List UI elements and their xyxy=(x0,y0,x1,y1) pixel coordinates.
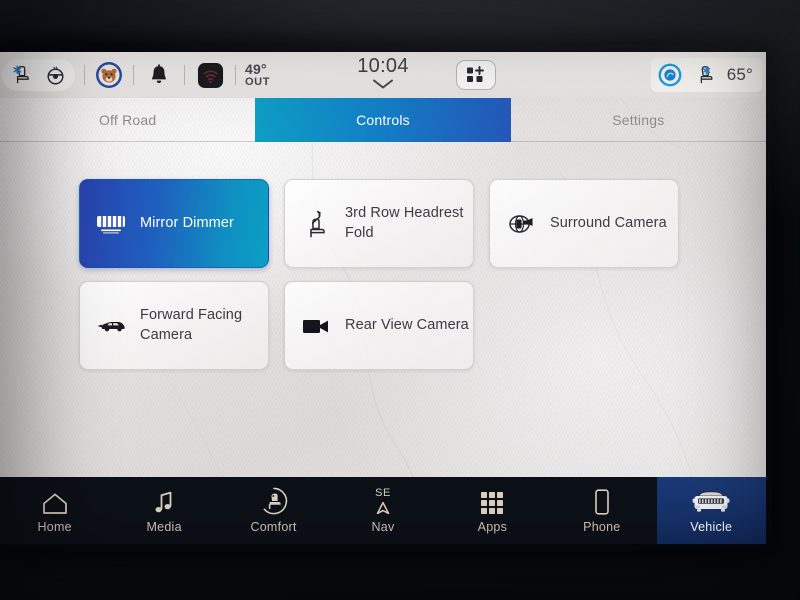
wifi-icon[interactable] xyxy=(194,62,226,88)
nav-item-home[interactable]: Home xyxy=(0,477,109,544)
tab-controls[interactable]: Controls xyxy=(255,98,511,142)
assistant-circle-icon[interactable] xyxy=(657,62,683,88)
tab-settings[interactable]: Settings xyxy=(511,98,766,142)
apps-grid-icon xyxy=(479,488,505,516)
tile-rear-view-camera[interactable]: Rear View Camera xyxy=(284,281,474,370)
outside-temp-value: 49° xyxy=(245,61,267,78)
forward-facing-camera-icon xyxy=(94,309,128,343)
nav-label: Vehicle xyxy=(690,519,733,534)
phone-icon xyxy=(592,488,612,516)
home-icon xyxy=(41,488,69,516)
comfort-seat-icon xyxy=(259,487,289,516)
divider xyxy=(133,65,134,85)
status-bar-right-group: 65° xyxy=(650,58,762,92)
cabin-cooled-seat-icon[interactable] xyxy=(692,62,718,88)
bell-icon[interactable] xyxy=(143,62,175,88)
mirror-dimmer-icon xyxy=(94,207,128,241)
nav-item-vehicle[interactable]: Vehicle xyxy=(656,477,766,544)
add-shortcut-button[interactable] xyxy=(456,60,496,90)
divider xyxy=(84,65,85,85)
divider xyxy=(235,65,236,85)
outside-temp-label: OUT xyxy=(245,75,271,88)
controls-tile-grid: Mirror Dimmer 3rd Row Headrest Fold Surr… xyxy=(79,179,679,370)
tab-bar: Off Road Controls Settings xyxy=(0,98,766,142)
photo-frame: 49° OUT 10:04 65° Off Road Controls Sett… xyxy=(0,0,800,600)
tile-label: Rear View Camera xyxy=(345,316,469,333)
vehicle-front-icon xyxy=(690,488,732,516)
headrest-fold-icon xyxy=(299,207,333,241)
user-profile-avatar-icon[interactable] xyxy=(94,60,124,90)
tile-label: 3rd Row Headrest Fold xyxy=(345,205,464,241)
nav-item-comfort[interactable]: Comfort xyxy=(219,477,328,544)
surround-camera-icon xyxy=(504,207,538,241)
clock-time[interactable]: 10:04 xyxy=(357,56,409,76)
nav-label: Apps xyxy=(477,519,508,534)
rear-view-camera-icon xyxy=(299,309,333,343)
nav-item-media[interactable]: Media xyxy=(109,477,218,544)
nav-label: Phone xyxy=(583,519,621,534)
nav-item-nav[interactable]: SE Nav xyxy=(328,477,437,544)
nav-item-phone[interactable]: Phone xyxy=(547,477,656,544)
bottom-navigation-bar: Home Media Comfort SE Nav Apps Phone Veh… xyxy=(0,477,766,544)
cooled-seat-icon[interactable] xyxy=(9,62,35,88)
tile-surround-camera[interactable]: Surround Camera xyxy=(489,179,679,268)
infotainment-screen: 49° OUT 10:04 65° Off Road Controls Sett… xyxy=(0,52,766,544)
outside-temperature: 49° OUT xyxy=(245,62,270,87)
tile-3rd-row-headrest-fold[interactable]: 3rd Row Headrest Fold xyxy=(284,179,474,268)
chevron-down-icon[interactable] xyxy=(370,77,396,95)
status-bar-left-group: 49° OUT xyxy=(0,52,270,98)
nav-label: Nav xyxy=(371,519,395,534)
nav-label: Home xyxy=(37,519,72,534)
tile-label: Surround Camera xyxy=(550,214,667,231)
tile-mirror-dimmer[interactable]: Mirror Dimmer xyxy=(79,179,269,268)
tile-forward-facing-camera[interactable]: Forward Facing Camera xyxy=(79,281,269,370)
tab-off-road[interactable]: Off Road xyxy=(0,98,255,142)
heated-steering-wheel-icon[interactable] xyxy=(42,62,68,88)
compass-icon: SE xyxy=(374,488,392,516)
divider xyxy=(184,65,185,85)
tile-label: Forward Facing Camera xyxy=(140,307,243,343)
cabin-temperature-value[interactable]: 65° xyxy=(727,65,753,85)
tile-label: Mirror Dimmer xyxy=(140,214,234,231)
music-note-icon xyxy=(152,488,176,516)
nav-label: Comfort xyxy=(250,519,297,534)
nav-label: Media xyxy=(146,519,182,534)
compass-direction: SE xyxy=(375,487,391,499)
nav-item-apps[interactable]: Apps xyxy=(438,477,547,544)
seat-climate-pill[interactable] xyxy=(2,59,75,91)
status-bar: 49° OUT 10:04 65° xyxy=(0,52,766,98)
